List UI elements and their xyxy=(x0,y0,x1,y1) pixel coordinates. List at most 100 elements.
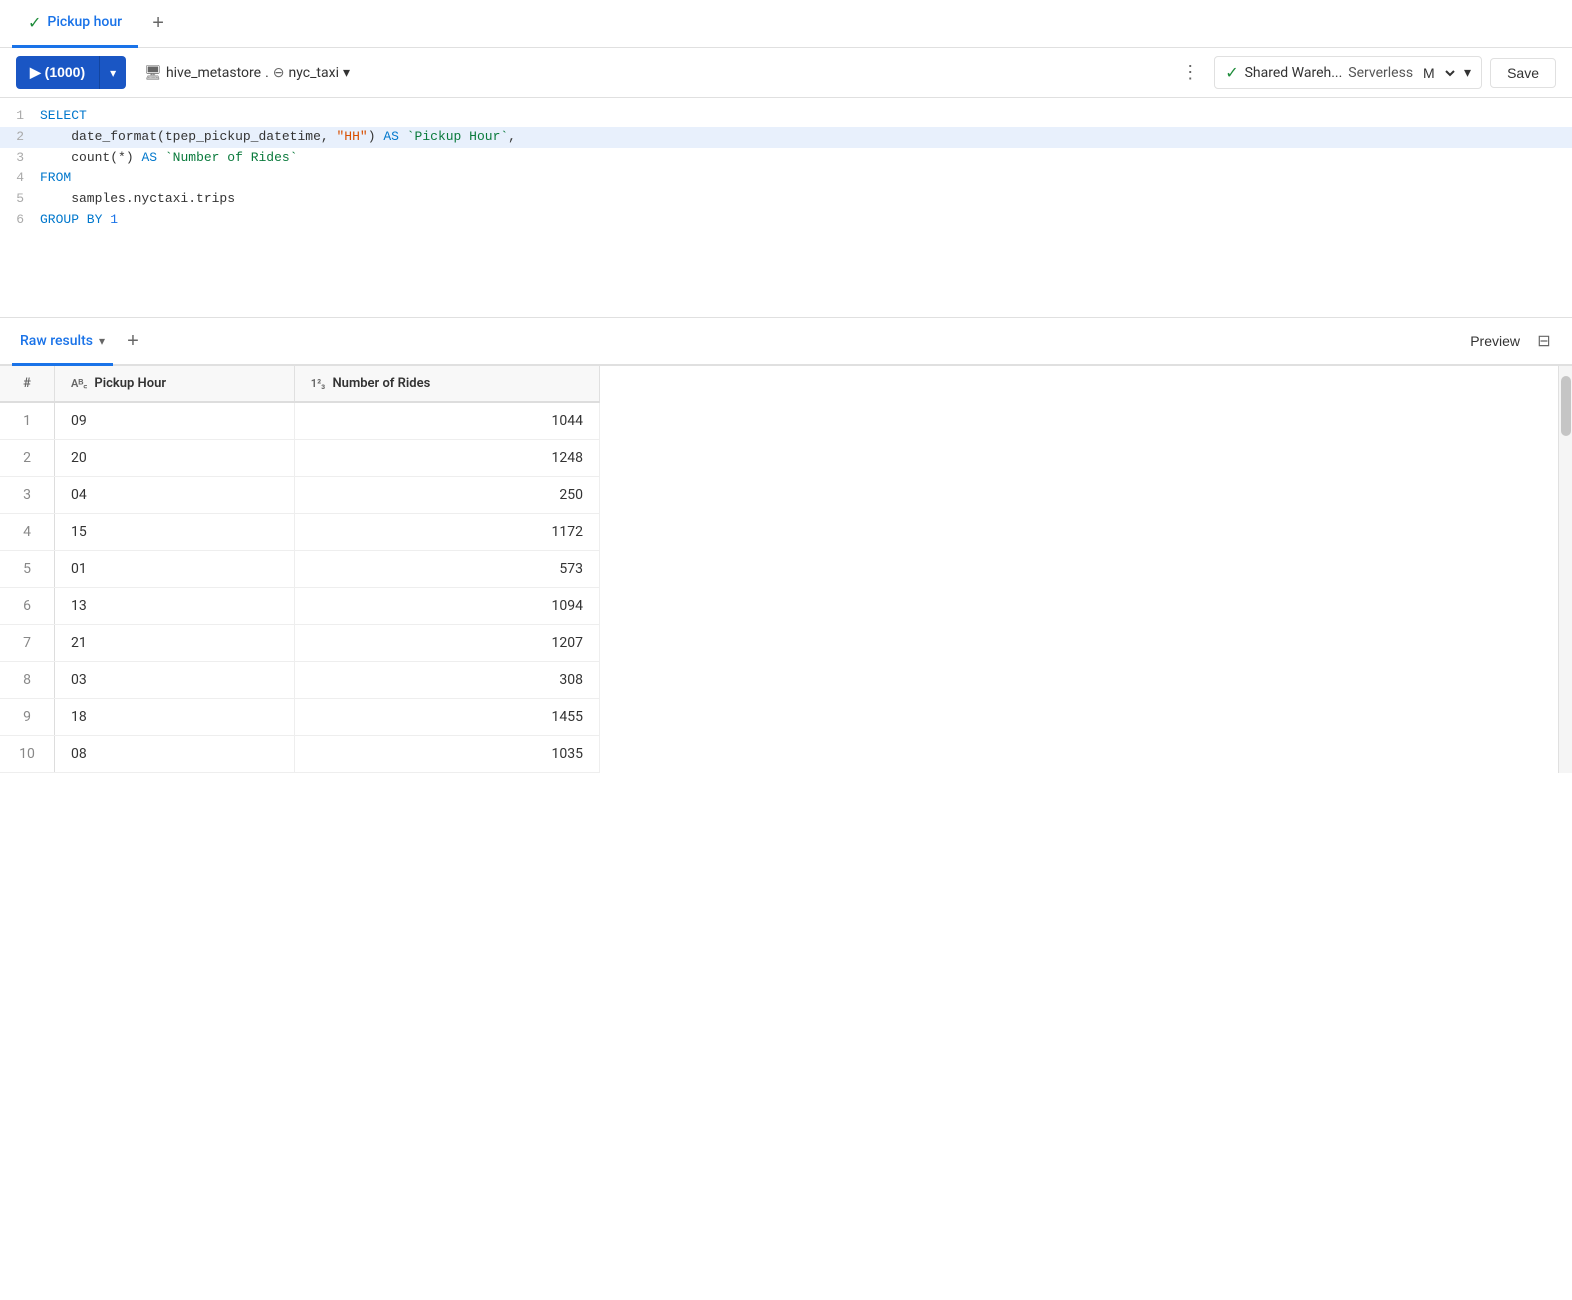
code-content-2: date_format(tpep_pickup_datetime, "HH") … xyxy=(40,127,1572,148)
results-table-wrapper[interactable]: # Aᴮ꜀ Pickup Hour 1²₃ Number of Rides xyxy=(0,366,1558,773)
pickup-hour-cell: 21 xyxy=(55,625,295,662)
row-num-cell: 5 xyxy=(0,551,55,588)
preview-button[interactable]: Preview xyxy=(1462,327,1528,355)
row-num-cell: 1 xyxy=(0,402,55,440)
catalog-chevron-icon: ▾ xyxy=(343,65,350,81)
number-type-icon: 1²₃ xyxy=(311,377,325,390)
run-dropdown-button[interactable]: ▾ xyxy=(99,56,126,89)
pickup-hour-cell: 15 xyxy=(55,514,295,551)
line-number-3: 3 xyxy=(0,148,40,169)
tab-pickup-hour[interactable]: ✓ Pickup hour xyxy=(12,0,138,48)
code-content-6: GROUP BY 1 xyxy=(40,210,1572,231)
rides-cell: 308 xyxy=(294,662,599,699)
rides-cell: 1207 xyxy=(294,625,599,662)
table-row: 10 08 1035 xyxy=(0,736,600,773)
table-row: 6 13 1094 xyxy=(0,588,600,625)
table-row: 1 09 1044 xyxy=(0,402,600,440)
rides-cell: 1455 xyxy=(294,699,599,736)
code-line-5: 5 samples.nyctaxi.trips xyxy=(0,189,1572,210)
pickup-hour-cell: 20 xyxy=(55,440,295,477)
row-num-cell: 4 xyxy=(0,514,55,551)
chevron-down-icon: ▾ xyxy=(110,66,116,80)
table-row: 8 03 308 xyxy=(0,662,600,699)
add-tab-button[interactable]: + xyxy=(142,8,174,40)
table-row: 2 20 1248 xyxy=(0,440,600,477)
pickup-hour-cell: 03 xyxy=(55,662,295,699)
results-section: Raw results ▾ + Preview ⊟ # Aᴮ꜀ xyxy=(0,318,1572,773)
database-icon: 🖥 xyxy=(144,65,162,81)
line-number-4: 4 xyxy=(0,168,40,189)
tab-check-icon: ✓ xyxy=(28,13,41,32)
warehouse-selector[interactable]: ✓ Shared Wareh... Serverless XS S M L XL… xyxy=(1214,56,1482,89)
results-table-area: # Aᴮ꜀ Pickup Hour 1²₃ Number of Rides xyxy=(0,366,1572,773)
rides-cell: 1044 xyxy=(294,402,599,440)
pickup-hour-cell: 09 xyxy=(55,402,295,440)
page-layout: ✓ Pickup hour + ▶ (1000) ▾ 🖥 hive_metast… xyxy=(0,0,1572,1300)
rides-cell: 1172 xyxy=(294,514,599,551)
save-button[interactable]: Save xyxy=(1490,58,1556,88)
results-tab-chevron-icon: ▾ xyxy=(99,334,105,348)
results-tab-raw[interactable]: Raw results ▾ xyxy=(12,318,113,366)
line-number-6: 6 xyxy=(0,210,40,231)
results-tab-bar: Raw results ▾ + Preview ⊟ xyxy=(0,318,1572,366)
run-button[interactable]: ▶ (1000) xyxy=(16,56,99,89)
table-row: 7 21 1207 xyxy=(0,625,600,662)
warehouse-check-icon: ✓ xyxy=(1225,63,1238,82)
line-number-1: 1 xyxy=(0,106,40,127)
pickup-hour-cell: 18 xyxy=(55,699,295,736)
col-header-rownum: # xyxy=(0,366,55,402)
table-row: 5 01 573 xyxy=(0,551,600,588)
row-num-cell: 10 xyxy=(0,736,55,773)
row-num-cell: 8 xyxy=(0,662,55,699)
table-row: 3 04 250 xyxy=(0,477,600,514)
results-tab-label: Raw results xyxy=(20,333,93,349)
row-num-cell: 6 xyxy=(0,588,55,625)
code-content-5: samples.nyctaxi.trips xyxy=(40,189,1572,210)
tab-bar: ✓ Pickup hour + xyxy=(0,0,1572,48)
warehouse-type: Serverless xyxy=(1348,65,1413,81)
line-number-5: 5 xyxy=(0,189,40,210)
row-num-cell: 3 xyxy=(0,477,55,514)
rides-cell: 1035 xyxy=(294,736,599,773)
code-content-4: FROM xyxy=(40,168,1572,189)
col-header-pickup-hour-label: Pickup Hour xyxy=(94,376,166,391)
run-label: ▶ (1000) xyxy=(30,64,85,81)
code-editor[interactable]: 1 SELECT 2 date_format(tpep_pickup_datet… xyxy=(0,98,1572,318)
code-line-3: 3 count(*) AS `Number of Rides` xyxy=(0,148,1572,169)
table-row: 9 18 1455 xyxy=(0,699,600,736)
vertical-scrollbar[interactable] xyxy=(1558,366,1572,773)
col-header-num-rides-label: Number of Rides xyxy=(332,376,430,391)
more-options-button[interactable]: ⋮ xyxy=(1174,57,1206,89)
line-number-2: 2 xyxy=(0,127,40,148)
layout-toggle-button[interactable]: ⊟ xyxy=(1528,325,1560,357)
results-table: # Aᴮ꜀ Pickup Hour 1²₃ Number of Rides xyxy=(0,366,600,773)
layout-icon: ⊟ xyxy=(1537,331,1550,351)
code-line-2: 2 date_format(tpep_pickup_datetime, "HH"… xyxy=(0,127,1572,148)
pickup-hour-cell: 04 xyxy=(55,477,295,514)
code-line-1: 1 SELECT xyxy=(0,106,1572,127)
code-content-1: SELECT xyxy=(40,106,1572,127)
scrollbar-thumb xyxy=(1561,376,1571,436)
warehouse-name: Shared Wareh... xyxy=(1245,65,1343,81)
pickup-hour-cell: 01 xyxy=(55,551,295,588)
add-result-tab-button[interactable]: + xyxy=(117,325,149,357)
code-line-6: 6 GROUP BY 1 xyxy=(0,210,1572,231)
row-num-cell: 9 xyxy=(0,699,55,736)
row-num-cell: 7 xyxy=(0,625,55,662)
table-row: 4 15 1172 xyxy=(0,514,600,551)
warehouse-chevron-icon: ▾ xyxy=(1464,65,1471,81)
code-line-4: 4 FROM xyxy=(0,168,1572,189)
rides-cell: 573 xyxy=(294,551,599,588)
rides-cell: 1248 xyxy=(294,440,599,477)
pickup-hour-cell: 13 xyxy=(55,588,295,625)
toolbar: ▶ (1000) ▾ 🖥 hive_metastore . ⊖ nyc_taxi… xyxy=(0,48,1572,98)
col-header-pickup-hour: Aᴮ꜀ Pickup Hour xyxy=(55,366,295,402)
string-type-icon: Aᴮ꜀ xyxy=(71,377,87,390)
pickup-hour-cell: 08 xyxy=(55,736,295,773)
col-header-num-rides: 1²₃ Number of Rides xyxy=(294,366,599,402)
warehouse-size-select[interactable]: XS S M L XL xyxy=(1419,64,1458,82)
rides-cell: 250 xyxy=(294,477,599,514)
tab-label: Pickup hour xyxy=(47,14,122,30)
code-content-3: count(*) AS `Number of Rides` xyxy=(40,148,1572,169)
catalog-selector[interactable]: 🖥 hive_metastore . ⊖ nyc_taxi ▾ xyxy=(134,59,360,87)
